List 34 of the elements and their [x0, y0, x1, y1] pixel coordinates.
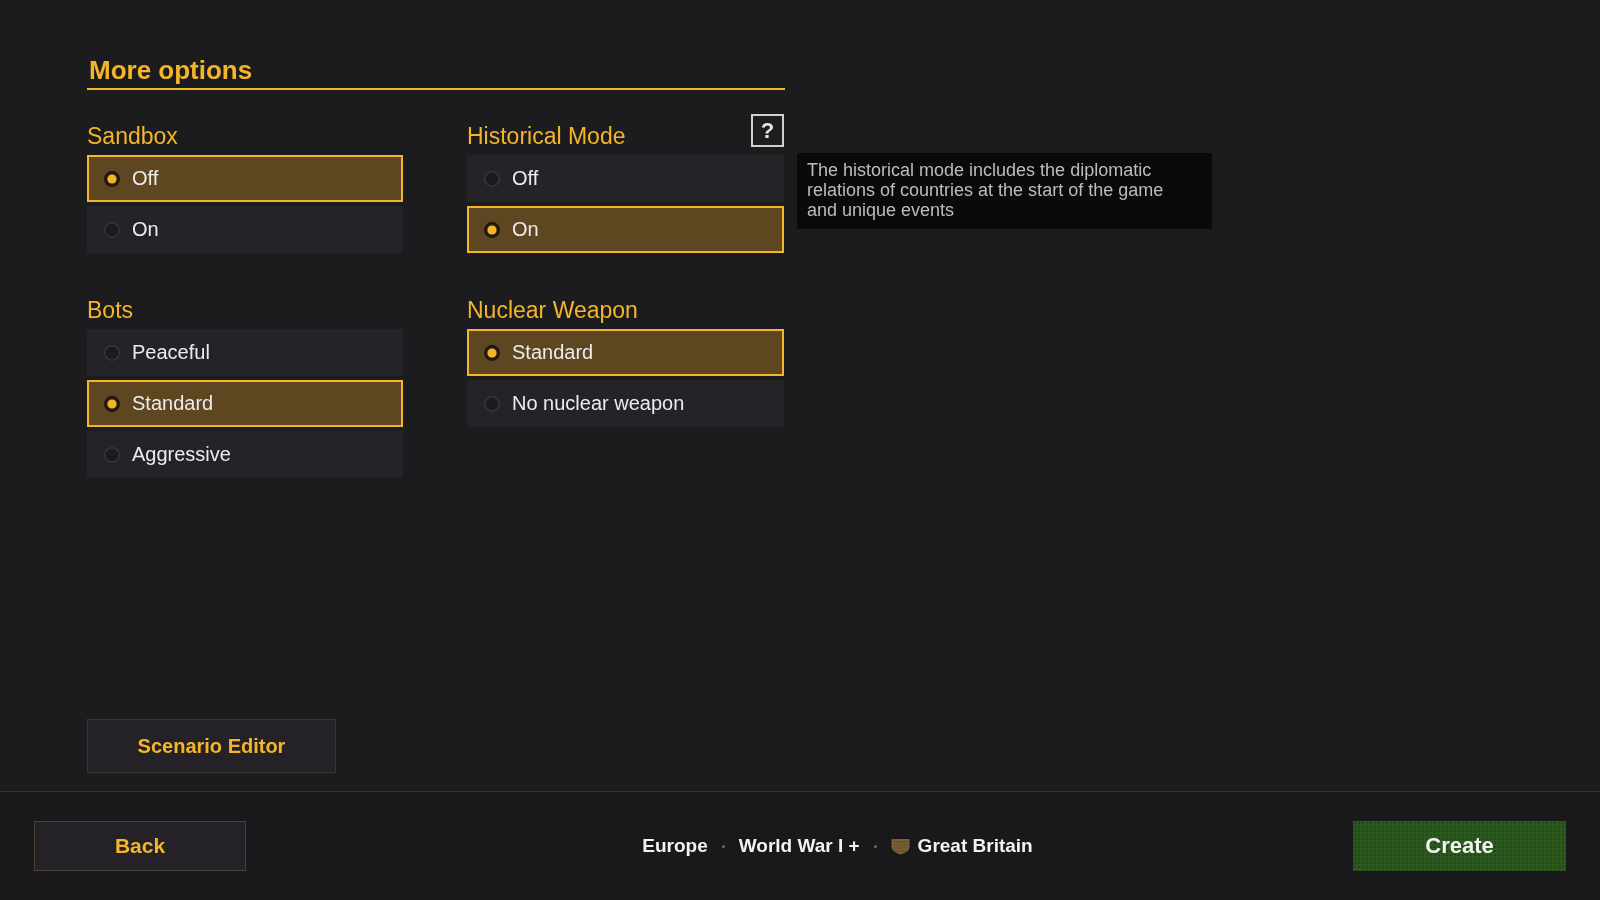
- radio-option[interactable]: On: [467, 206, 784, 253]
- radio-icon: [484, 221, 500, 238]
- radio-option[interactable]: Standard: [87, 380, 403, 427]
- section-heading: Nuclear Weapon: [467, 295, 638, 325]
- summary-label: Europe: [642, 835, 708, 857]
- separator-dot-icon: [873, 844, 877, 848]
- radio-icon: [104, 221, 120, 238]
- help-button[interactable]: ?: [751, 114, 784, 147]
- radio-option[interactable]: No nuclear weapon: [467, 380, 784, 427]
- section-heading: Sandbox: [87, 121, 178, 151]
- separator-dot-icon: [721, 844, 725, 848]
- radio-icon: [484, 395, 500, 412]
- radio-option[interactable]: Aggressive: [87, 431, 403, 478]
- radio-option[interactable]: Peaceful: [87, 329, 403, 376]
- radio-icon: [104, 395, 120, 412]
- radio-option[interactable]: On: [87, 206, 403, 253]
- section-heading: Historical Mode: [467, 121, 626, 151]
- page-title: More options: [88, 55, 253, 85]
- shield-icon: [890, 837, 910, 855]
- radio-option[interactable]: Standard: [467, 329, 784, 376]
- scenario-editor-button[interactable]: Scenario Editor: [87, 719, 336, 773]
- summary-label: World War I +: [738, 835, 860, 857]
- radio-icon: [484, 344, 500, 361]
- radio-icon: [104, 446, 120, 463]
- radio-option[interactable]: Off: [87, 155, 403, 202]
- back-button[interactable]: Back: [34, 821, 246, 871]
- radio-icon: [104, 170, 120, 187]
- radio-icon: [104, 344, 120, 361]
- section-heading: Bots: [87, 295, 134, 325]
- create-button[interactable]: Create: [1353, 821, 1566, 871]
- tooltip: The historical mode includes the diplomatic relations of countries at the start of the game and unique events: [797, 153, 1212, 229]
- radio-option[interactable]: Off: [467, 155, 784, 202]
- summary-label: Great Britain: [917, 835, 1033, 857]
- radio-icon: [484, 170, 500, 187]
